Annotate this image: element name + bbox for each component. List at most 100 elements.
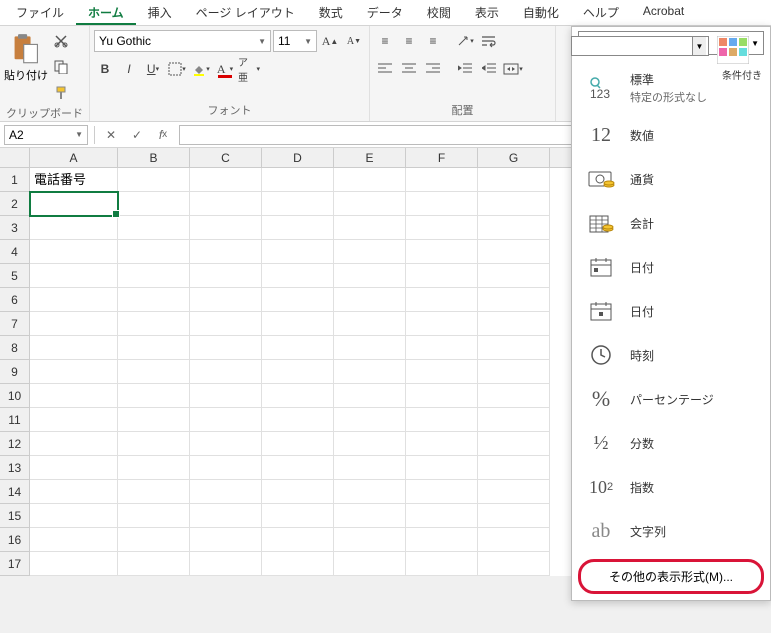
align-middle-button[interactable]: ≡	[398, 30, 420, 52]
cell[interactable]	[118, 432, 190, 456]
underline-button[interactable]: U ▾	[142, 58, 164, 80]
cell[interactable]	[262, 432, 334, 456]
cell[interactable]	[478, 528, 550, 552]
cut-button[interactable]	[50, 30, 72, 52]
cell[interactable]	[30, 240, 118, 264]
cell[interactable]	[262, 264, 334, 288]
cell[interactable]	[334, 504, 406, 528]
cell[interactable]	[262, 216, 334, 240]
conditional-formatting-button[interactable]: 条件付き	[717, 36, 767, 84]
cell[interactable]	[190, 504, 262, 528]
cell[interactable]	[30, 408, 118, 432]
cell[interactable]	[406, 240, 478, 264]
cell[interactable]: 電話番号	[30, 168, 118, 192]
copy-button[interactable]	[50, 56, 72, 78]
cell[interactable]	[478, 432, 550, 456]
cell[interactable]	[118, 528, 190, 552]
format-currency[interactable]: 通貨	[572, 157, 770, 201]
cancel-button[interactable]: ✕	[101, 125, 121, 145]
column-header[interactable]: D	[262, 148, 334, 167]
row-header[interactable]: 7	[0, 312, 30, 336]
cell[interactable]	[478, 504, 550, 528]
cell[interactable]	[118, 504, 190, 528]
cell[interactable]	[406, 216, 478, 240]
tab-formula[interactable]: 数式	[307, 0, 355, 25]
cell[interactable]	[30, 456, 118, 480]
format-fraction[interactable]: ½ 分数	[572, 421, 770, 465]
cell[interactable]	[334, 168, 406, 192]
cell[interactable]	[262, 360, 334, 384]
cell[interactable]	[406, 168, 478, 192]
cell[interactable]	[334, 264, 406, 288]
cell[interactable]	[262, 552, 334, 576]
column-header[interactable]: C	[190, 148, 262, 167]
cell[interactable]	[190, 240, 262, 264]
format-text[interactable]: ab 文字列	[572, 509, 770, 553]
increase-font-button[interactable]: A▲	[319, 30, 341, 52]
cell[interactable]	[30, 288, 118, 312]
cell[interactable]	[262, 288, 334, 312]
fill-color-button[interactable]: ▾	[190, 58, 212, 80]
row-header[interactable]: 16	[0, 528, 30, 552]
number-format-combo[interactable]: ▼	[571, 36, 709, 56]
cell[interactable]	[406, 288, 478, 312]
cell[interactable]	[118, 216, 190, 240]
cell[interactable]	[30, 432, 118, 456]
cell[interactable]	[334, 240, 406, 264]
format-more-button[interactable]: その他の表示形式(M)...	[578, 559, 764, 594]
cell[interactable]	[190, 432, 262, 456]
cell[interactable]	[406, 408, 478, 432]
cell[interactable]	[334, 456, 406, 480]
cell[interactable]	[118, 552, 190, 576]
row-header[interactable]: 9	[0, 360, 30, 384]
cell[interactable]	[118, 240, 190, 264]
cell[interactable]	[406, 264, 478, 288]
cell[interactable]	[30, 480, 118, 504]
cell[interactable]	[118, 480, 190, 504]
cell[interactable]	[190, 480, 262, 504]
cell[interactable]	[262, 528, 334, 552]
cell[interactable]	[190, 552, 262, 576]
format-time[interactable]: 時刻	[572, 333, 770, 377]
align-top-button[interactable]: ≡	[374, 30, 396, 52]
cell[interactable]	[406, 312, 478, 336]
tab-page-layout[interactable]: ページ レイアウト	[184, 0, 307, 25]
cell[interactable]	[334, 216, 406, 240]
format-date-long[interactable]: 日付	[572, 289, 770, 333]
cell[interactable]	[190, 336, 262, 360]
cell[interactable]	[406, 480, 478, 504]
cell[interactable]	[30, 528, 118, 552]
tab-file[interactable]: ファイル	[4, 0, 76, 25]
increase-indent-button[interactable]	[478, 58, 500, 80]
cell[interactable]	[478, 408, 550, 432]
cell[interactable]	[334, 528, 406, 552]
column-header[interactable]: E	[334, 148, 406, 167]
name-box[interactable]: A2▼	[4, 125, 88, 145]
tab-review[interactable]: 校閲	[415, 0, 463, 25]
row-header[interactable]: 15	[0, 504, 30, 528]
cell[interactable]	[262, 336, 334, 360]
cell[interactable]	[334, 408, 406, 432]
fx-button[interactable]: fx	[153, 125, 173, 145]
cell[interactable]	[190, 456, 262, 480]
cell[interactable]	[118, 384, 190, 408]
paste-button[interactable]: 貼り付け	[4, 28, 48, 88]
cell[interactable]	[262, 384, 334, 408]
cell[interactable]	[190, 528, 262, 552]
cell[interactable]	[334, 480, 406, 504]
cell[interactable]	[478, 192, 550, 216]
cell[interactable]	[30, 312, 118, 336]
tab-home[interactable]: ホーム	[76, 0, 136, 25]
cell[interactable]	[30, 552, 118, 576]
cell[interactable]	[334, 336, 406, 360]
format-scientific[interactable]: 102 指数	[572, 465, 770, 509]
wrap-text-button[interactable]	[478, 30, 500, 52]
cell[interactable]	[478, 312, 550, 336]
cell[interactable]	[262, 456, 334, 480]
align-bottom-button[interactable]: ≡	[422, 30, 444, 52]
row-header[interactable]: 1	[0, 168, 30, 192]
cell[interactable]	[262, 192, 334, 216]
cell[interactable]	[406, 504, 478, 528]
row-header[interactable]: 4	[0, 240, 30, 264]
cell[interactable]	[406, 192, 478, 216]
